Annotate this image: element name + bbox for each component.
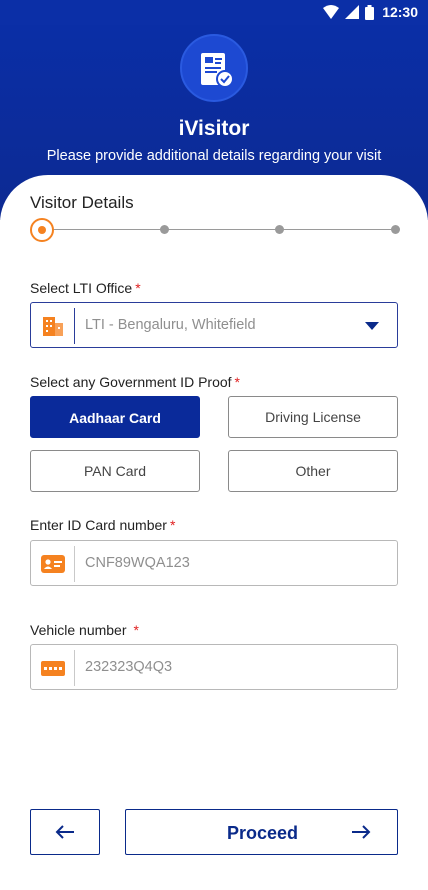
office-label: Select LTI Office * <box>30 280 141 296</box>
office-value: LTI - Bengaluru, Whitefield <box>85 317 256 333</box>
input-divider <box>74 546 75 582</box>
id-proof-label-text: Select any Government ID Proof <box>30 374 232 390</box>
required-mark: * <box>234 374 240 390</box>
required-mark: * <box>169 517 176 533</box>
app-title: iVisitor <box>178 117 250 140</box>
id-option-other[interactable]: Other <box>228 450 398 492</box>
input-divider <box>74 308 75 344</box>
id-option-driving-license[interactable]: Driving License <box>228 396 398 438</box>
vehicle-number-value: 232323Q4Q3 <box>85 659 173 675</box>
wifi-icon <box>323 5 340 19</box>
id-number-label-text: Enter ID Card number <box>30 517 167 533</box>
step-2 <box>160 225 169 234</box>
back-button[interactable] <box>30 809 100 855</box>
id-number-field[interactable]: CNF89WQA123 <box>30 540 398 586</box>
vehicle-label: Vehicle number * <box>30 622 139 638</box>
required-mark: * <box>135 280 141 296</box>
required-mark: * <box>133 622 139 638</box>
input-divider <box>74 650 75 686</box>
id-number-value: CNF89WQA123 <box>85 555 190 571</box>
section-title: Visitor Details <box>30 193 134 212</box>
building-icon <box>43 317 63 336</box>
id-option-aadhaar[interactable]: Aadhaar Card <box>30 396 200 438</box>
status-bar: 12:30 <box>0 0 428 25</box>
chevron-down-icon[interactable] <box>365 322 379 330</box>
app-subtitle: Please provide additional details regard… <box>46 148 382 164</box>
status-time: 12:30 <box>382 4 418 20</box>
id-proof-label: Select any Government ID Proof * <box>30 374 240 390</box>
battery-icon <box>365 4 375 20</box>
vehicle-label-text: Vehicle number <box>30 622 127 638</box>
office-label-text: Select LTI Office <box>30 280 133 296</box>
visitor-id-icon <box>201 53 234 88</box>
arrow-left-icon <box>55 825 74 839</box>
signal-icon <box>345 5 360 19</box>
step-3 <box>275 225 284 234</box>
license-plate-icon <box>41 661 65 676</box>
status-icons: 12:30 <box>323 4 418 20</box>
id-number-label: Enter ID Card number * <box>30 517 175 533</box>
progress-stepper <box>30 218 400 242</box>
proceed-button[interactable]: Proceed <box>125 809 398 855</box>
arrow-right-icon <box>352 825 371 839</box>
step-1-active <box>30 218 54 242</box>
app-logo <box>180 34 248 102</box>
vehicle-number-field[interactable]: 232323Q4Q3 <box>30 644 398 690</box>
stepper-line <box>52 229 394 230</box>
office-select[interactable]: LTI - Bengaluru, Whitefield <box>30 302 398 348</box>
step-4 <box>391 225 400 234</box>
id-card-icon <box>41 555 65 573</box>
id-option-pan[interactable]: PAN Card <box>30 450 200 492</box>
